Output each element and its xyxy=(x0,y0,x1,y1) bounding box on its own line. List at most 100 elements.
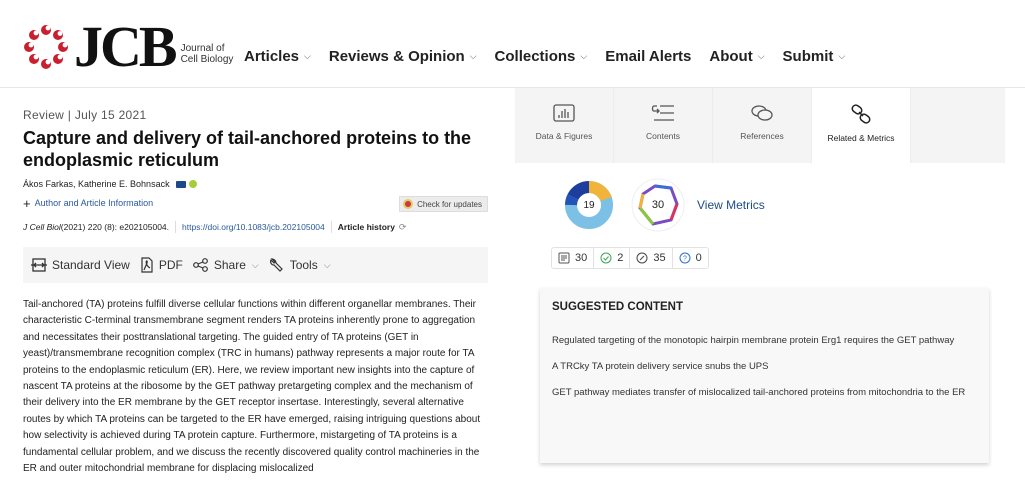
logo-subtitle-line2: Cell Biology xyxy=(180,54,234,65)
link-icon xyxy=(851,104,871,124)
standard-view-button[interactable]: Standard View xyxy=(31,257,130,273)
count-value: 2 xyxy=(617,252,624,264)
email-icon[interactable] xyxy=(175,180,186,188)
suggested-item[interactable]: A TRCky TA protein delivery service snub… xyxy=(552,359,977,375)
nav-label: Collections xyxy=(494,48,576,65)
share-dropdown[interactable]: Share ⌵ xyxy=(192,258,259,272)
nav-about[interactable]: About ⌵ xyxy=(709,48,764,65)
article-type-date: Review | July 15 2021 xyxy=(23,108,147,122)
suggested-content-panel: SUGGESTED CONTENT Regulated targeting of… xyxy=(540,288,989,463)
count-value: 35 xyxy=(653,252,666,264)
chevron-down-icon: ⌵ xyxy=(304,51,311,61)
tab-label: References xyxy=(740,131,784,141)
suggested-item[interactable]: Regulated targeting of the monotopic hai… xyxy=(552,333,977,349)
logo-subtitle: Journal of Cell Biology xyxy=(181,43,234,65)
pdf-button[interactable]: PDF xyxy=(140,257,183,273)
suggested-item[interactable]: GET pathway mediates transfer of misloca… xyxy=(552,385,977,401)
count-value: 0 xyxy=(695,252,702,264)
authors-text[interactable]: Ákos Farkas, Katherine E. Bohnsack xyxy=(23,179,170,189)
pdf-icon xyxy=(141,257,153,273)
check-circle-icon xyxy=(600,252,612,264)
journal-name: J Cell Biol xyxy=(23,222,61,232)
article-title: Capture and delivery of tail-anchored pr… xyxy=(23,128,472,170)
check-for-updates-button[interactable]: Check for updates xyxy=(399,196,488,212)
share-icon xyxy=(192,258,208,272)
bar-chart-icon xyxy=(553,104,575,122)
citation-details: (2021) 220 (8): e202105004. xyxy=(60,222,170,232)
author-list: Ákos Farkas, Katherine E. Bohnsack xyxy=(23,179,488,189)
nav-label: Reviews & Opinion xyxy=(328,48,465,65)
chevron-down-icon: ⌵ xyxy=(757,51,765,61)
altmetric-score: 19 xyxy=(583,199,595,211)
pdf-label: PDF xyxy=(158,258,183,272)
history-icon[interactable]: ⟳ xyxy=(399,222,407,233)
nav-label: Articles xyxy=(244,48,300,65)
abstract-text: Tail-anchored (TA) proteins fulfill dive… xyxy=(23,299,481,475)
tools-dropdown[interactable]: Tools ⌵ xyxy=(269,257,331,273)
document-icon xyxy=(558,252,570,264)
nav-email-alerts[interactable]: Email Alerts xyxy=(605,48,691,65)
question-circle-icon: ? xyxy=(679,252,691,264)
count-value: 30 xyxy=(575,252,588,264)
nav-label: Email Alerts xyxy=(605,48,692,65)
chevron-down-icon: ⌵ xyxy=(251,259,259,270)
standard-view-icon xyxy=(31,258,47,272)
standard-view-label: Standard View xyxy=(52,258,130,272)
share-label: Share xyxy=(213,258,246,272)
tab-contents[interactable]: Contents xyxy=(614,88,713,163)
tab-data-figures[interactable]: Data & Figures xyxy=(515,88,614,163)
article-history-toggle[interactable]: Article history xyxy=(338,222,395,232)
view-metrics-link[interactable]: View Metrics xyxy=(697,198,765,212)
chevron-down-icon: ⌵ xyxy=(469,51,477,61)
logo-subtitle-line1: Journal of xyxy=(180,43,225,54)
nav-label: About xyxy=(709,48,753,65)
tools-label: Tools xyxy=(289,258,318,272)
crossmark-icon xyxy=(403,199,414,209)
dimensions-badge[interactable]: 30 xyxy=(631,178,685,232)
main-nav: Articles ⌵ Reviews & Opinion ⌵ Collections… xyxy=(244,48,863,65)
citation-line: J Cell Biol (2021) 220 (8): e202105004. … xyxy=(23,221,488,233)
check-updates-label: Check for updates xyxy=(417,199,482,209)
orcid-icon[interactable] xyxy=(188,180,197,188)
contrast-circle-icon xyxy=(636,252,648,264)
author-info-label: Author and Article Information xyxy=(34,198,154,208)
doi-link[interactable]: https://doi.org/10.1083/jcb.202105004 xyxy=(182,222,325,232)
divider xyxy=(330,221,332,233)
side-panel-tabs: Data & Figures Contents References Relat… xyxy=(515,88,1005,163)
metric-counts: 30 2 35 ? 0 xyxy=(551,247,709,269)
tab-references[interactable]: References xyxy=(713,88,812,163)
tab-label: Data & Figures xyxy=(535,131,593,141)
chevron-down-icon: ⌵ xyxy=(838,51,846,61)
tab-label: Related & Metrics xyxy=(827,133,895,143)
count-supporting[interactable]: 2 xyxy=(594,248,631,268)
metrics-badges: 19 30 View Metrics xyxy=(565,178,765,232)
divider xyxy=(175,221,177,233)
info-row: + Author and Article Information Check f… xyxy=(23,195,488,214)
contents-list-icon xyxy=(651,105,674,121)
tab-related-metrics[interactable]: Related & Metrics xyxy=(812,88,911,163)
dimensions-citations: 30 xyxy=(651,199,665,211)
chevron-down-icon: ⌵ xyxy=(580,51,588,61)
count-views[interactable]: 30 xyxy=(552,248,595,268)
nav-collections[interactable]: Collections ⌵ xyxy=(495,48,588,65)
altmetric-badge[interactable]: 19 xyxy=(565,180,613,229)
chevron-down-icon: ⌵ xyxy=(323,259,331,270)
logo-wordmark: JCB xyxy=(74,14,178,79)
nav-reviews-opinion[interactable]: Reviews & Opinion ⌵ xyxy=(329,48,477,65)
tab-label: Contents xyxy=(645,131,681,141)
wrench-icon xyxy=(269,258,283,272)
svg-text:?: ? xyxy=(683,256,687,263)
nav-label: Submit xyxy=(782,48,834,65)
article-column: Review | July 15 2021 Capture and delive… xyxy=(23,108,488,477)
count-mentioning[interactable]: 35 xyxy=(630,248,673,268)
jcb-logo[interactable]: JCB Journal of Cell Biology xyxy=(22,14,234,79)
plus-icon: + xyxy=(23,195,31,211)
count-contrasting[interactable]: ? 0 xyxy=(673,248,708,268)
nav-submit[interactable]: Submit ⌵ xyxy=(783,48,846,65)
site-header: JCB Journal of Cell Biology Articles ⌵ Re… xyxy=(0,0,1025,88)
cell-cluster-logo-icon xyxy=(24,25,68,69)
suggested-heading: SUGGESTED CONTENT xyxy=(552,301,683,313)
nav-articles[interactable]: Articles ⌵ xyxy=(244,48,311,65)
references-icon xyxy=(751,105,773,121)
article-toolbar: Standard View PDF Share ⌵ Tools ⌵ xyxy=(23,247,488,283)
